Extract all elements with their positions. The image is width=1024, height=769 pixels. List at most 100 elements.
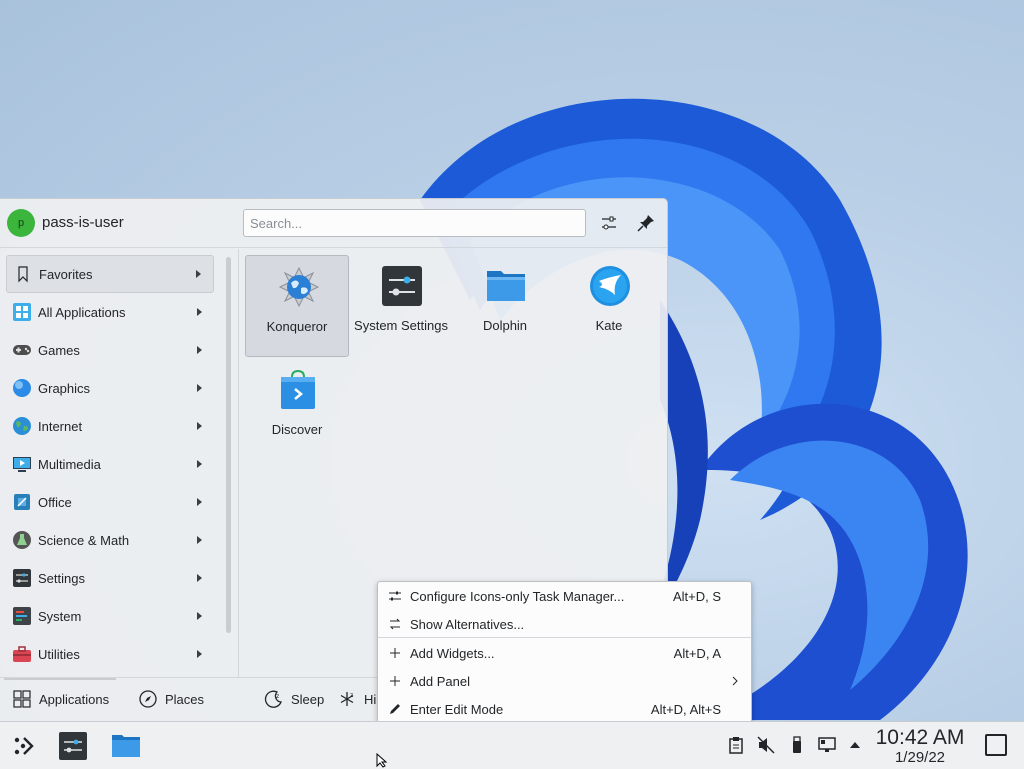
show-desktop-button[interactable]: [985, 734, 1007, 756]
chevron-right-icon: [197, 460, 202, 468]
flask-icon: [13, 531, 31, 549]
chevron-right-icon: [732, 676, 738, 686]
volume-muted-icon[interactable]: [757, 736, 775, 754]
application-launcher-button[interactable]: [8, 731, 38, 761]
category-label: Office: [38, 494, 72, 510]
category-label: Graphics: [38, 380, 91, 396]
category-graphics[interactable]: Graphics: [6, 369, 214, 407]
configure-icon: [389, 591, 401, 601]
snowflake-icon: z: [340, 692, 354, 706]
category-label: Multimedia: [38, 456, 101, 472]
app-kate[interactable]: Kate: [557, 255, 661, 357]
grid-icon: [13, 690, 31, 708]
grid-icon: [13, 303, 31, 321]
category-label: Games: [38, 342, 80, 358]
category-label: All Applications: [38, 304, 126, 320]
category-list: Favorites All Applications Games Graphic…: [0, 255, 222, 673]
chevron-right-icon: [196, 270, 201, 278]
app-label: Kate: [595, 318, 623, 333]
menu-item-show-alternatives[interactable]: Show Alternatives...: [378, 610, 751, 638]
bookmark-icon: [18, 266, 28, 283]
search-input[interactable]: [243, 209, 586, 237]
chevron-up-icon[interactable]: [846, 736, 864, 754]
konqueror-icon: [278, 266, 320, 308]
avatar[interactable]: p: [7, 209, 35, 237]
toolbox-icon: [13, 646, 31, 662]
app-discover[interactable]: Discover: [245, 359, 349, 461]
menu-item-label: Enter Edit Mode: [410, 701, 504, 717]
category-utilities[interactable]: Utilities: [6, 635, 214, 673]
header-divider: [0, 247, 667, 248]
chevron-right-icon: [197, 650, 202, 658]
clock-date[interactable]: 1/29/22: [866, 749, 974, 766]
panel-divider: [238, 249, 239, 677]
network-icon[interactable]: [818, 736, 836, 754]
plus-icon: [390, 648, 400, 658]
chevron-right-icon: [197, 574, 202, 582]
folder-icon: [487, 271, 525, 301]
sleep-button[interactable]: z Sleep: [264, 689, 324, 709]
menu-item-add-widgets[interactable]: Add Widgets... Alt+D, A: [378, 639, 751, 667]
clipboard-icon[interactable]: [727, 736, 745, 754]
category-games[interactable]: Games: [6, 331, 214, 369]
category-system[interactable]: System: [6, 597, 214, 635]
menu-separator: [378, 637, 751, 638]
username: pass-is-user: [42, 214, 124, 231]
menu-item-shortcut: Alt+D, Alt+S: [650, 701, 721, 717]
system-settings-task-icon[interactable]: [58, 731, 88, 761]
category-label: Science & Math: [38, 532, 130, 548]
active-tab-indicator: [4, 678, 116, 680]
dolphin-task-icon[interactable]: [111, 731, 141, 761]
menu-item-label: Add Widgets...: [410, 645, 495, 661]
sphere-icon: [13, 379, 31, 397]
moon-icon: z: [264, 690, 282, 708]
menu-item-add-panel[interactable]: Add Panel: [378, 667, 751, 695]
button-label: Sleep: [291, 691, 325, 707]
app-label: Dolphin: [482, 318, 528, 333]
chevron-right-icon: [197, 612, 202, 620]
app-dolphin[interactable]: Dolphin: [453, 255, 557, 357]
tab-applications[interactable]: Applications: [12, 689, 109, 709]
office-icon: [14, 494, 30, 510]
category-label: Internet: [38, 418, 83, 434]
clock-time[interactable]: 10:42 AM: [866, 726, 974, 750]
button-label: Hi: [364, 691, 377, 707]
menu-item-label: Add Panel: [410, 673, 470, 689]
globe-icon: [13, 417, 31, 435]
configure-sliders-icon[interactable]: [597, 211, 621, 235]
category-all-applications[interactable]: All Applications: [6, 293, 214, 331]
chevron-right-icon: [197, 422, 202, 430]
app-system-settings[interactable]: System Settings: [349, 255, 453, 357]
system-icon: [13, 607, 31, 625]
tab-places[interactable]: Places: [138, 689, 204, 709]
svg-text:z: z: [350, 692, 353, 699]
panel-context-menu: Configure Icons-only Task Manager... Alt…: [377, 581, 752, 723]
chevron-right-icon: [197, 498, 202, 506]
app-label: Konqueror: [266, 319, 328, 334]
category-favorites[interactable]: Favorites: [6, 255, 214, 293]
svg-text:z: z: [276, 693, 279, 700]
app-konqueror[interactable]: Konqueror: [245, 255, 349, 357]
category-science-math[interactable]: Science & Math: [6, 521, 214, 559]
chevron-right-icon: [197, 536, 202, 544]
category-office[interactable]: Office: [6, 483, 214, 521]
category-label: System: [38, 608, 82, 624]
chevron-right-icon: [197, 384, 202, 392]
category-multimedia[interactable]: Multimedia: [6, 445, 214, 483]
category-scrollbar[interactable]: [226, 257, 231, 633]
category-label: Settings: [38, 570, 85, 586]
hibernate-button[interactable]: z Hi: [337, 689, 376, 709]
chevron-right-icon: [197, 308, 202, 316]
menu-item-shortcut: Alt+D, A: [673, 645, 721, 661]
pencil-icon: [390, 704, 400, 714]
category-internet[interactable]: Internet: [6, 407, 214, 445]
alternatives-icon: [389, 618, 401, 630]
launcher-header: p pass-is-user: [0, 199, 667, 249]
menu-item-label: Configure Icons-only Task Manager...: [410, 588, 625, 604]
category-settings[interactable]: Settings: [6, 559, 214, 597]
removable-device-icon[interactable]: [788, 736, 806, 754]
menu-item-configure-task-manager[interactable]: Configure Icons-only Task Manager... Alt…: [378, 582, 751, 610]
menu-item-enter-edit-mode[interactable]: Enter Edit Mode Alt+D, Alt+S: [378, 695, 751, 723]
pin-icon[interactable]: [634, 211, 658, 235]
menu-item-label: Show Alternatives...: [410, 616, 525, 632]
